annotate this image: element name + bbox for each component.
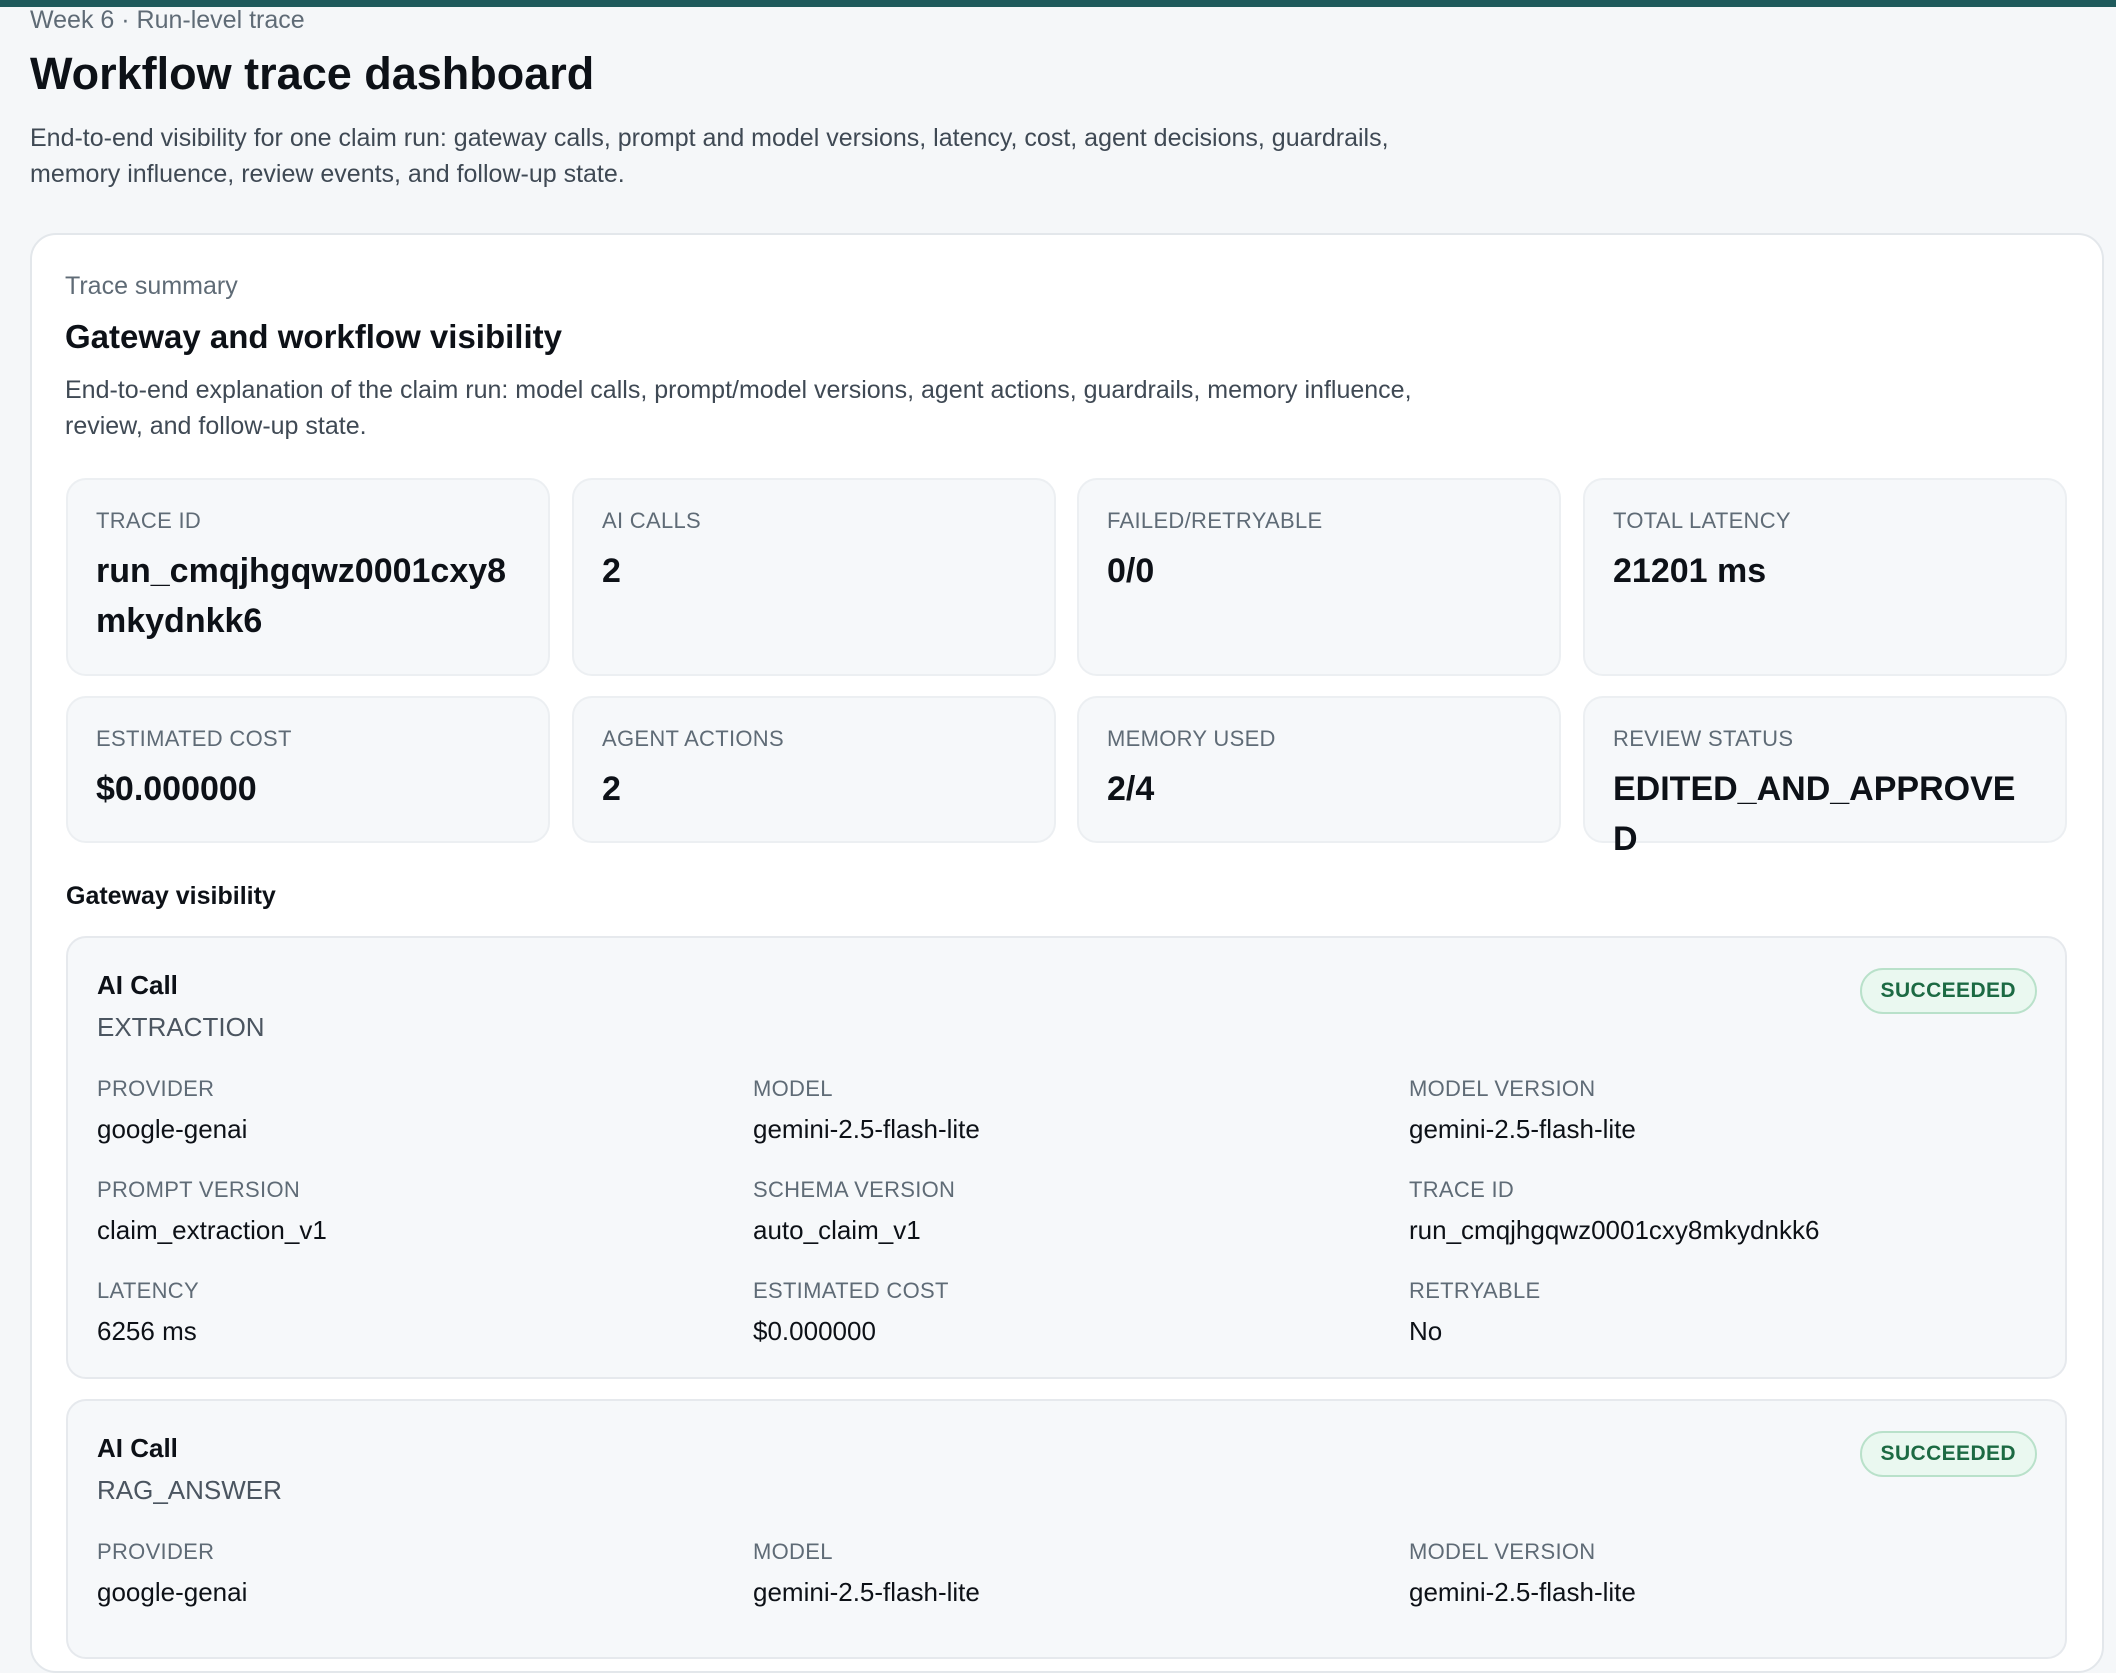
metric-value: 2/4 bbox=[1107, 770, 1155, 808]
page-title: Workflow trace dashboard bbox=[30, 48, 595, 99]
field-label: Estimated cost bbox=[753, 1278, 949, 1303]
gateway-visibility-heading: Gateway visibility bbox=[66, 882, 276, 910]
field-label: Provider bbox=[97, 1539, 215, 1564]
field-value: gemini-2.5-flash-lite bbox=[753, 1114, 980, 1144]
field-value: gemini-2.5-flash-lite bbox=[753, 1577, 980, 1607]
metric-label: Review status bbox=[1613, 726, 1794, 751]
field-value: google-genai bbox=[97, 1114, 248, 1144]
metric-label: Agent actions bbox=[602, 726, 784, 751]
field-provider: Provider google-genai bbox=[97, 1076, 717, 1145]
metric-total-latency: Total latency 21201 ms bbox=[1583, 478, 2067, 676]
top-accent-bar bbox=[0, 0, 2116, 7]
metric-value: 2 bbox=[602, 770, 621, 808]
page-description: End-to-end visibility for one claim run:… bbox=[30, 124, 1389, 188]
field-schema-version: Schema version auto_claim_v1 bbox=[753, 1177, 1373, 1246]
metric-label: Trace ID bbox=[96, 508, 202, 533]
field-model-version: Model version gemini-2.5-flash-lite bbox=[1409, 1539, 2029, 1608]
field-value: gemini-2.5-flash-lite bbox=[1409, 1577, 1636, 1607]
field-label: Provider bbox=[97, 1076, 215, 1101]
field-latency: Latency 6256 ms bbox=[97, 1278, 717, 1347]
metric-trace-id: Trace ID run_cmqjhgqwz0001cxy8mkydnkk6 bbox=[66, 478, 550, 676]
field-model: Model gemini-2.5-flash-lite bbox=[753, 1539, 1373, 1608]
field-label: Latency bbox=[97, 1278, 199, 1303]
metric-memory-used: Memory used 2/4 bbox=[1077, 696, 1561, 843]
field-value: 6256 ms bbox=[97, 1316, 197, 1346]
field-trace-id: Trace ID run_cmqjhgqwz0001cxy8mkydnkk6 bbox=[1409, 1177, 2029, 1246]
field-label: Model version bbox=[1409, 1076, 1596, 1101]
metric-label: Total latency bbox=[1613, 508, 1791, 533]
field-model: Model gemini-2.5-flash-lite bbox=[753, 1076, 1373, 1145]
metric-value: 21201 ms bbox=[1613, 552, 1767, 590]
metric-failed-retryable: Failed/Retryable 0/0 bbox=[1077, 478, 1561, 676]
ai-call-card-rag-answer: AI Call RAG_ANSWER SUCCEEDED Provider go… bbox=[66, 1399, 2067, 1659]
ai-call-title: AI Call bbox=[97, 970, 178, 1000]
field-value: gemini-2.5-flash-lite bbox=[1409, 1114, 1636, 1144]
field-label: Prompt version bbox=[97, 1177, 301, 1202]
field-model-version: Model version gemini-2.5-flash-lite bbox=[1409, 1076, 2029, 1145]
field-prompt-version: Prompt version claim_extraction_v1 bbox=[97, 1177, 717, 1246]
field-label: Schema version bbox=[753, 1177, 956, 1202]
ai-call-title: AI Call bbox=[97, 1433, 178, 1463]
metric-value: 2 bbox=[602, 552, 621, 590]
metric-value: run_cmqjhgqwz0001cxy8mkydnkk6 bbox=[96, 552, 507, 640]
ai-call-card-extraction: AI Call EXTRACTION SUCCEEDED Provider go… bbox=[66, 936, 2067, 1379]
field-retryable: Retryable No bbox=[1409, 1278, 2029, 1347]
metric-label: Failed/Retryable bbox=[1107, 508, 1323, 533]
field-estimated-cost: Estimated cost $0.000000 bbox=[753, 1278, 1373, 1347]
metric-value: 0/0 bbox=[1107, 552, 1155, 590]
field-value: $0.000000 bbox=[753, 1316, 876, 1346]
field-label: Trace ID bbox=[1409, 1177, 1515, 1202]
ai-call-task: EXTRACTION bbox=[97, 1012, 265, 1042]
field-value: google-genai bbox=[97, 1577, 248, 1607]
metric-ai-calls: AI calls 2 bbox=[572, 478, 1056, 676]
metric-value: EDITED_AND_APPROVED bbox=[1613, 770, 2016, 858]
metric-label: Memory used bbox=[1107, 726, 1276, 751]
page-eyebrow: Week 6 · Run-level trace bbox=[30, 6, 305, 34]
card-eyebrow: Trace summary bbox=[65, 272, 238, 300]
metric-value: $0.000000 bbox=[96, 770, 257, 808]
metric-label: Estimated cost bbox=[96, 726, 292, 751]
card-title: Gateway and workflow visibility bbox=[65, 318, 562, 355]
field-label: Retryable bbox=[1409, 1278, 1541, 1303]
field-label: Model version bbox=[1409, 1539, 1596, 1564]
status-badge: SUCCEEDED bbox=[1859, 968, 2037, 1014]
field-value: claim_extraction_v1 bbox=[97, 1215, 327, 1245]
field-value: auto_claim_v1 bbox=[753, 1215, 921, 1245]
card-description: End-to-end explanation of the claim run:… bbox=[65, 376, 1412, 440]
status-badge: SUCCEEDED bbox=[1859, 1431, 2037, 1477]
field-value: run_cmqjhgqwz0001cxy8mkydnkk6 bbox=[1409, 1215, 1820, 1245]
metric-review-status: Review status EDITED_AND_APPROVED bbox=[1583, 696, 2067, 858]
field-label: Model bbox=[753, 1076, 833, 1101]
field-provider: Provider google-genai bbox=[97, 1539, 717, 1608]
metric-estimated-cost: Estimated cost $0.000000 bbox=[66, 696, 550, 843]
ai-call-task: RAG_ANSWER bbox=[97, 1475, 282, 1505]
field-label: Model bbox=[753, 1539, 833, 1564]
field-value: No bbox=[1409, 1316, 1443, 1346]
metric-agent-actions: Agent actions 2 bbox=[572, 696, 1056, 843]
metric-label: AI calls bbox=[602, 508, 702, 533]
